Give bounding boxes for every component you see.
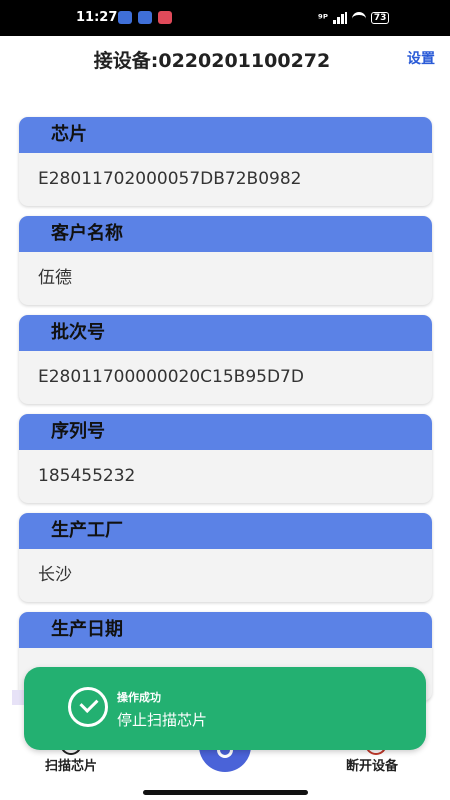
disconnect-device-button[interactable]: 断开设备 [346, 755, 398, 774]
card-label: 芯片 [19, 117, 432, 153]
card-value: 185455232 [38, 466, 136, 486]
card-chip: 芯片 E28011702000057DB72B0982 [19, 117, 432, 206]
status-time: 11:27 [76, 10, 118, 25]
app-notification-icon [158, 11, 172, 24]
card-label: 批次号 [19, 315, 432, 351]
card-label: 客户名称 [19, 216, 432, 252]
page-title: 接设备:0220201100272 [93, 50, 331, 72]
settings-button[interactable]: 设置 [407, 48, 435, 68]
toast-title: 操作成功 [117, 691, 161, 704]
status-bar: 11:27 ⁹ᴾ 73 [0, 0, 450, 36]
card-value: 伍德 [38, 268, 72, 288]
card-label: 序列号 [19, 414, 432, 450]
card-value: 长沙 [38, 565, 72, 585]
card-factory: 生产工厂 长沙 [19, 513, 432, 602]
signal-icon [332, 12, 347, 24]
card-value: E28011702000057DB72B0982 [38, 169, 302, 189]
card-value: E28011700000020C15B95D7D [38, 367, 304, 387]
card-batch-number: 批次号 E28011700000020C15B95D7D [19, 315, 432, 404]
scan-chip-button[interactable]: 扫描芯片 [45, 755, 97, 774]
card-label: 生产日期 [19, 612, 432, 648]
toast-message: 停止扫描芯片 [117, 711, 208, 729]
check-circle-icon [68, 687, 108, 727]
system-icons: ⁹ᴾ 73 [318, 9, 390, 27]
app-notification-icon [118, 11, 132, 24]
card-serial-number: 序列号 185455232 [19, 414, 432, 503]
home-indicator[interactable] [143, 790, 308, 795]
battery-icon: 73 [370, 12, 390, 24]
success-toast: 操作成功 停止扫描芯片 [24, 667, 426, 750]
status-indicator-text: ⁹ᴾ [318, 11, 328, 25]
wifi-icon [351, 12, 366, 24]
card-label: 生产工厂 [19, 513, 432, 549]
app-notification-icon [138, 11, 152, 24]
card-customer-name: 客户名称 伍德 [19, 216, 432, 305]
app-header: 接设备:0220201100272 设置 [0, 36, 450, 80]
